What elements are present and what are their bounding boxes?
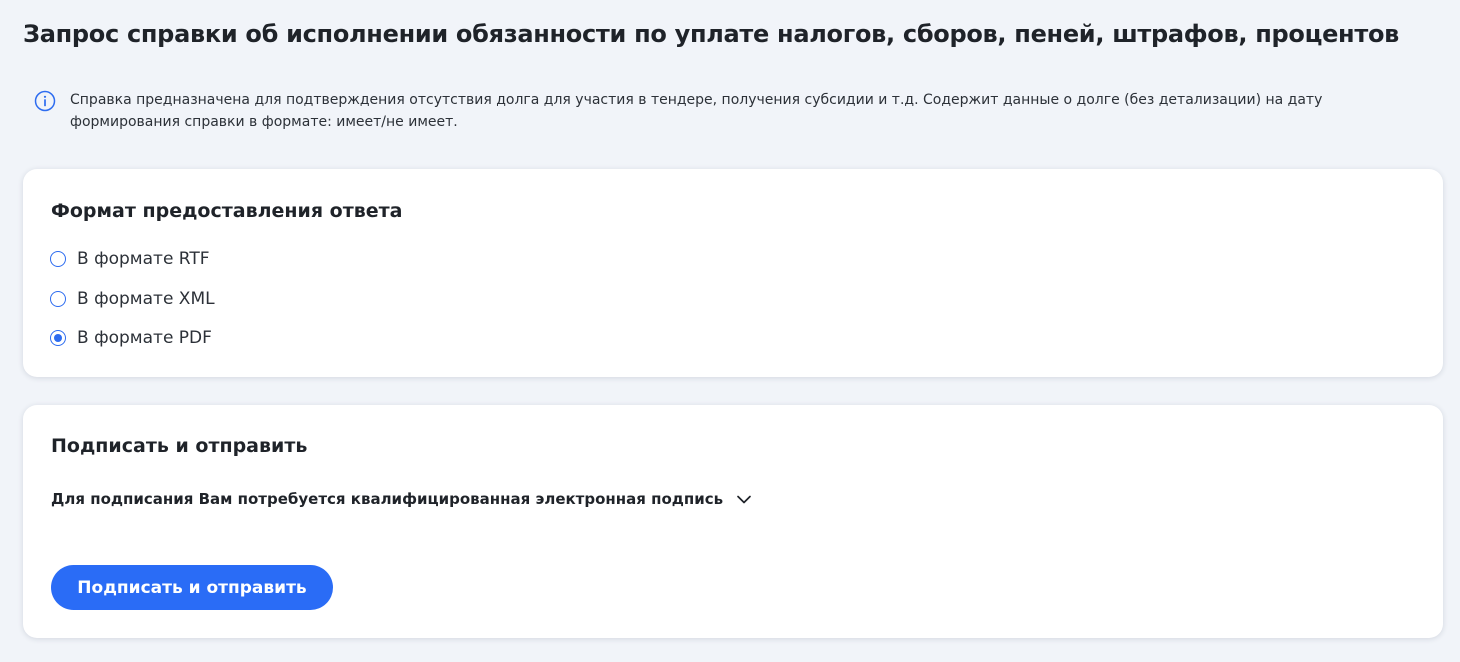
sign-section-title: Подписать и отправить xyxy=(51,435,308,457)
radio-format-xml[interactable]: В формате XML xyxy=(50,287,215,311)
radio-format-rtf[interactable]: В формате RTF xyxy=(50,247,215,271)
chevron-down-icon[interactable] xyxy=(735,490,753,508)
signature-info-label: Для подписания Вам потребуется квалифици… xyxy=(51,490,724,508)
radio-button-xml[interactable] xyxy=(50,290,66,307)
format-card: Формат предоставления ответа В формате R… xyxy=(23,169,1443,377)
info-text: Справка предназначена для подтверждения … xyxy=(70,92,1323,130)
radio-label-xml: В формате XML xyxy=(77,288,215,309)
info-icon xyxy=(34,90,56,112)
info-notice: Справка предназначена для подтверждения … xyxy=(34,89,1424,133)
radio-format-pdf[interactable]: В формате PDF xyxy=(50,326,215,350)
radio-label-rtf: В формате RTF xyxy=(77,249,210,269)
sign-and-send-button[interactable]: Подписать и отправить xyxy=(51,565,333,610)
radio-button-pdf[interactable] xyxy=(50,330,66,346)
format-section-title: Формат предоставления ответа xyxy=(51,200,403,222)
radio-label-pdf: В формате PDF xyxy=(77,328,212,348)
signature-info-toggle[interactable]: Для подписания Вам потребуется квалифици… xyxy=(51,490,753,508)
radio-button-rtf[interactable] xyxy=(50,251,66,267)
format-radio-group: В формате RTF В формате XML В формате PD… xyxy=(50,247,215,366)
sign-card: Подписать и отправить Для подписания Вам… xyxy=(23,405,1443,638)
page-title: Запрос справки об исполнении обязанности… xyxy=(23,20,1400,48)
